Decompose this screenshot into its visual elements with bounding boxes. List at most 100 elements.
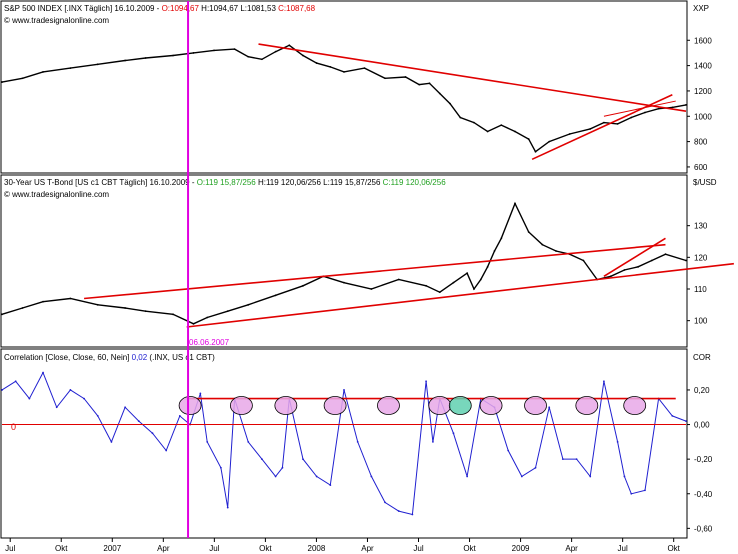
data-point <box>302 54 304 57</box>
data-point <box>568 133 571 135</box>
y-tick-label: 600 <box>694 163 708 172</box>
title-open: O:1094,67 <box>162 4 200 13</box>
highlight-circle <box>323 396 347 415</box>
y-tick-label: 0,20 <box>694 386 710 395</box>
data-point <box>479 278 482 281</box>
x-tick-label: Jul <box>618 544 628 553</box>
data-point <box>370 475 373 478</box>
x-tick-label: Jul <box>209 544 219 553</box>
data-point <box>274 475 277 478</box>
title-prefix: S&P 500 INDEX [.INX Täglich] 16.10.2009 … <box>4 4 162 13</box>
data-point <box>418 83 421 86</box>
x-tick-label: Okt <box>259 544 272 553</box>
data-point <box>425 380 427 383</box>
data-point <box>452 281 455 284</box>
highlight-circle <box>623 396 647 415</box>
data-point <box>644 111 646 114</box>
data-point <box>28 397 31 400</box>
data-point <box>630 116 633 119</box>
data-point <box>466 272 469 275</box>
data-point <box>261 458 263 461</box>
data-point <box>124 406 127 409</box>
data-point <box>21 77 24 80</box>
x-tick-label: 2007 <box>103 544 121 553</box>
highlight-circle <box>178 396 202 415</box>
x-tick-label: Okt <box>55 544 68 553</box>
highlight-circle <box>479 396 503 415</box>
data-point <box>137 420 140 422</box>
source-label: © www.tradesignalonline.com <box>4 190 109 199</box>
x-tick-label: Jul <box>5 544 15 553</box>
data-point <box>657 107 660 110</box>
panel-frame-spx <box>0 0 688 174</box>
data-point <box>192 52 195 54</box>
data-point <box>281 466 284 469</box>
x-tick-label: 2008 <box>308 544 326 553</box>
y-tick-label: -0,20 <box>694 455 713 464</box>
highlight-circle <box>575 396 599 415</box>
data-point <box>329 65 332 68</box>
data-point <box>589 128 592 130</box>
data-point <box>199 392 202 395</box>
unit-label: COR <box>693 353 711 362</box>
data-point <box>1 389 3 391</box>
data-point <box>151 432 154 435</box>
y-tick-label: 120 <box>694 253 708 262</box>
title-value: 0,02 <box>132 353 148 362</box>
data-point <box>233 48 236 51</box>
zero-label: 0 <box>11 422 16 432</box>
data-point <box>247 440 250 443</box>
x-tick-label: Apr <box>565 544 578 553</box>
panel-title: S&P 500 INDEX [.INX Täglich] 16.10.2009 … <box>4 4 316 13</box>
data-point <box>329 484 332 486</box>
title-suffix: (.INX, US c1 CBT) <box>147 353 215 362</box>
title-prefix: Correlation [Close, Close, 60, Nein] <box>4 353 132 362</box>
data-point <box>96 303 99 306</box>
data-point <box>561 458 564 461</box>
data-point <box>206 440 209 443</box>
data-point <box>226 310 229 313</box>
data-point <box>411 513 414 516</box>
y-tick-label: -0,60 <box>694 524 713 533</box>
data-point <box>69 389 72 391</box>
data-point <box>623 269 626 271</box>
data-point <box>370 288 373 290</box>
data-point <box>302 458 304 461</box>
data-point <box>575 458 578 461</box>
data-point <box>685 103 687 106</box>
x-tick-label: Okt <box>667 544 680 553</box>
data-point <box>356 440 359 443</box>
title-close: C:1087,68 <box>278 4 315 13</box>
data-point <box>343 71 345 73</box>
data-point <box>589 475 592 478</box>
data-point <box>42 300 44 303</box>
x-tick-label: Jul <box>413 544 423 553</box>
data-point <box>274 294 277 297</box>
highlight-circle <box>524 396 547 415</box>
panel-frame-correlation <box>0 348 688 539</box>
y-tick-label: 800 <box>694 138 708 147</box>
data-point <box>671 415 674 417</box>
data-point <box>432 440 434 443</box>
data-point <box>507 449 510 452</box>
data-point <box>520 475 523 478</box>
data-point <box>343 281 345 284</box>
y-tick-label: 0,00 <box>694 421 710 430</box>
data-point <box>219 466 222 469</box>
data-point <box>650 259 653 262</box>
data-point <box>288 44 291 47</box>
data-point <box>637 265 640 268</box>
data-point <box>685 259 687 262</box>
data-point <box>21 307 24 309</box>
data-point <box>616 440 619 443</box>
y-tick-label: 130 <box>694 222 708 231</box>
data-point <box>144 310 147 313</box>
y-tick-label: 1600 <box>694 36 712 45</box>
data-point <box>172 313 174 316</box>
data-point <box>514 202 516 205</box>
data-point <box>582 259 585 262</box>
panel-title: Correlation [Close, Close, 60, Nein] 0,0… <box>4 353 215 362</box>
data-point <box>548 140 551 143</box>
data-point <box>438 92 441 95</box>
data-point <box>55 406 58 409</box>
